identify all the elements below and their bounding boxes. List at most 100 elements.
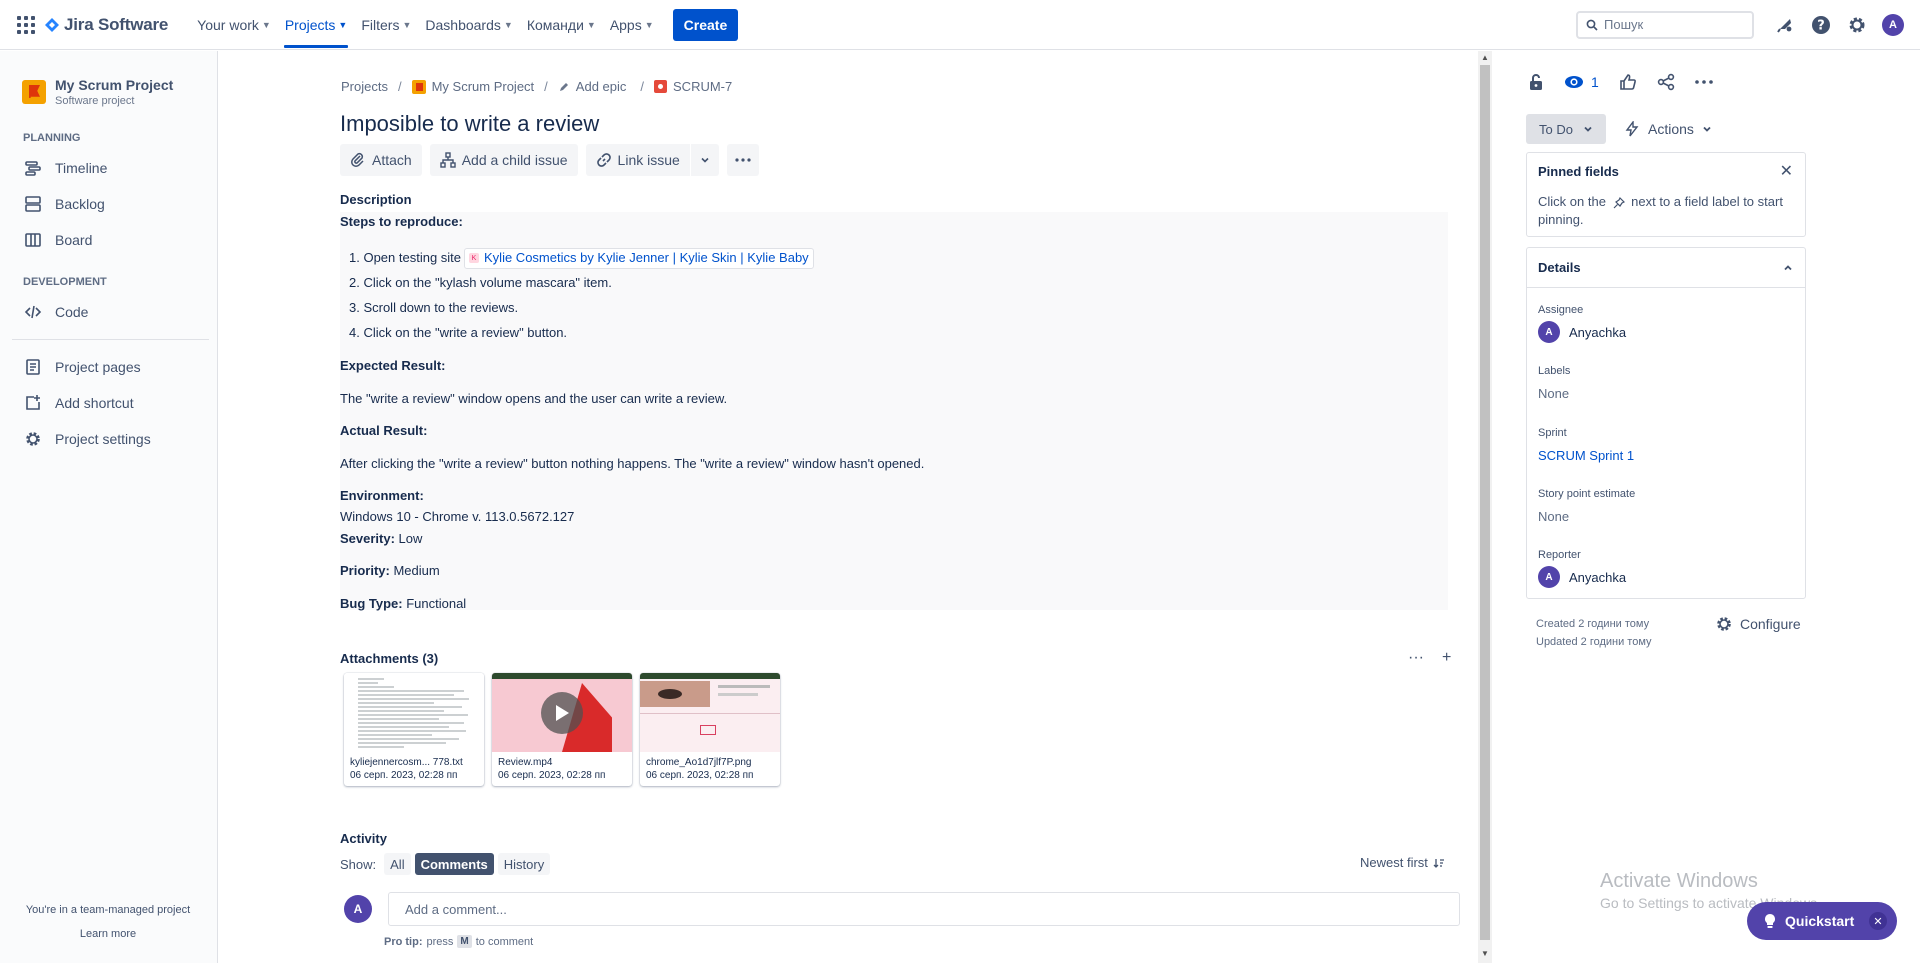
settings-gear-icon[interactable] — [1846, 14, 1868, 36]
share-icon[interactable] — [1657, 73, 1675, 91]
quickstart-button[interactable]: Quickstart ✕ — [1747, 902, 1897, 940]
site-favicon-icon: K — [469, 253, 480, 264]
project-header[interactable]: My Scrum Project Software project — [0, 51, 217, 107]
scrollbar-thumb[interactable] — [1480, 65, 1490, 940]
link-issue-button[interactable]: Link issue — [585, 144, 690, 176]
nav-dashboards[interactable]: Dashboards ▼ — [418, 0, 519, 50]
pin-icon — [1613, 196, 1625, 209]
chevron-down-icon: ▼ — [644, 20, 654, 30]
add-shortcut-icon — [23, 393, 43, 413]
pinned-fields-title: Pinned fields — [1538, 164, 1619, 179]
status-dropdown[interactable]: To Do — [1526, 114, 1606, 144]
quickstart-label: Quickstart — [1785, 913, 1855, 929]
activate-title: Activate Windows — [1600, 870, 1758, 892]
details-panel: Details Assignee A Anyachka Labels None S… — [1526, 247, 1806, 599]
configure-label: Configure — [1740, 616, 1801, 632]
step-1: 1. Open testing site K Kylie Cosmetics by… — [349, 246, 814, 271]
step-3: 3. Scroll down to the reviews. — [349, 300, 519, 316]
configure-button[interactable]: Configure — [1715, 615, 1801, 633]
details-header[interactable]: Details — [1527, 248, 1805, 288]
sidebar-item-code[interactable]: Code — [0, 294, 217, 330]
thumbs-up-icon[interactable] — [1619, 73, 1637, 91]
attachments-add-icon[interactable]: + — [1442, 649, 1451, 667]
issue-title[interactable]: Imposible to write a review — [340, 111, 599, 137]
actual-text: After clicking the "write a review" butt… — [340, 456, 925, 471]
attachment-card[interactable]: Review.mp4 06 серп. 2023, 02:28 пп — [492, 673, 632, 786]
add-child-issue-button[interactable]: Add a child issue — [429, 144, 578, 176]
search-input[interactable]: Пошук — [1576, 10, 1754, 39]
comment-input[interactable]: Add a comment... — [388, 892, 1460, 926]
user-avatar[interactable]: A — [1882, 13, 1904, 36]
labels-field[interactable]: Labels None — [1538, 365, 1570, 401]
project-sidebar: My Scrum Project Software project PLANNI… — [0, 51, 218, 963]
nav-filters[interactable]: Filters ▼ — [354, 0, 418, 50]
help-icon[interactable]: ? — [1810, 14, 1832, 36]
chevron-down-icon — [1584, 126, 1592, 132]
issue-action-icons: 1 — [1528, 73, 1713, 91]
nav-your-work-label: Your work — [197, 16, 259, 33]
breadcrumb-projects[interactable]: Projects — [341, 79, 388, 94]
step-1-text: 1. Open testing site — [349, 250, 462, 266]
nav-apps[interactable]: Apps ▼ — [603, 0, 661, 50]
scroll-down-icon[interactable]: ▼ — [1481, 949, 1489, 958]
nav-projects[interactable]: Projects ▼ — [278, 0, 355, 50]
close-icon[interactable]: ✕ — [1869, 912, 1887, 930]
sprint-field[interactable]: Sprint SCRUM Sprint 1 — [1538, 427, 1634, 463]
notifications-icon[interactable] — [1774, 14, 1796, 36]
sidebar-item-project-pages[interactable]: Project pages — [0, 349, 217, 385]
create-button[interactable]: Create — [672, 8, 739, 41]
assignee-field[interactable]: Assignee A Anyachka — [1538, 304, 1626, 343]
sidebar-item-add-shortcut[interactable]: Add shortcut — [0, 385, 217, 421]
learn-more-link[interactable]: Learn more — [0, 928, 216, 940]
filter-comments[interactable]: Comments — [414, 853, 494, 875]
story-points-field[interactable]: Story point estimate None — [1538, 488, 1635, 524]
sidebar-item-project-settings[interactable]: Project settings — [0, 421, 217, 457]
close-icon[interactable]: ✕ — [1780, 161, 1793, 181]
paperclip-icon — [351, 152, 364, 167]
description-body[interactable]: Steps to reproduce: 1. Open testing site… — [340, 212, 1448, 611]
nav-teams[interactable]: Команди ▼ — [520, 0, 603, 50]
breadcrumb-issue-key[interactable]: SCRUM-7 — [654, 79, 732, 94]
attachments-more-icon[interactable]: ··· — [1408, 649, 1424, 667]
actions-label: Actions — [1648, 121, 1694, 137]
more-actions-button[interactable] — [726, 144, 759, 176]
status-label: To Do — [1539, 121, 1573, 137]
jira-logo[interactable]: Jira Software — [44, 15, 168, 35]
sidebar-item-board[interactable]: Board — [0, 222, 217, 258]
sprint-value[interactable]: SCRUM Sprint 1 — [1538, 448, 1634, 463]
attach-button[interactable]: Attach — [340, 144, 422, 176]
sort-order-button[interactable]: Newest first — [1360, 855, 1445, 870]
scroll-up-icon[interactable]: ▲ — [1481, 53, 1489, 62]
filter-history[interactable]: History — [497, 853, 551, 875]
sort-icon — [1433, 858, 1444, 868]
attachment-card[interactable]: chrome_Ao1d7jlf7P.png 06 серп. 2023, 02:… — [640, 673, 780, 786]
show-label: Show: — [340, 856, 377, 872]
more-icon[interactable] — [1694, 80, 1713, 84]
breadcrumb-add-epic[interactable]: Add epic — [558, 79, 626, 94]
sidebar-item-backlog[interactable]: Backlog — [0, 186, 217, 222]
description-label: Description — [340, 192, 412, 207]
assignee-value: Anyachka — [1569, 324, 1627, 340]
development-heading: DEVELOPMENT — [23, 276, 107, 288]
commenter-avatar: A — [344, 895, 372, 923]
app-switcher-icon[interactable] — [16, 15, 36, 35]
severity-value: Low — [398, 531, 423, 546]
nav-your-work[interactable]: Your work ▼ — [190, 0, 278, 50]
reporter-avatar: A — [1538, 566, 1560, 588]
testing-site-link[interactable]: K Kylie Cosmetics by Kylie Jenner | Kylie… — [464, 248, 814, 269]
timeline-icon — [23, 158, 43, 178]
lock-icon[interactable] — [1528, 73, 1544, 91]
attachment-card[interactable]: kyliejennercosm... 778.txt 06 серп. 2023… — [344, 673, 484, 786]
filter-all[interactable]: All — [384, 853, 411, 875]
breadcrumb-project[interactable]: My Scrum Project — [411, 79, 535, 94]
watch-button[interactable]: 1 — [1564, 74, 1599, 90]
reporter-field[interactable]: Reporter A Anyachka — [1538, 549, 1626, 588]
attachment-name: kyliejennercosm... 778.txt — [350, 757, 463, 768]
breadcrumb-project-label: My Scrum Project — [431, 79, 535, 94]
sidebar-divider — [12, 339, 209, 340]
project-mini-icon — [411, 79, 426, 94]
link-issue-dropdown[interactable] — [690, 144, 719, 176]
actions-dropdown[interactable]: Actions — [1624, 114, 1712, 144]
steps-list: 1. Open testing site K Kylie Cosmetics by… — [349, 246, 814, 346]
sidebar-item-timeline[interactable]: Timeline — [0, 150, 217, 186]
